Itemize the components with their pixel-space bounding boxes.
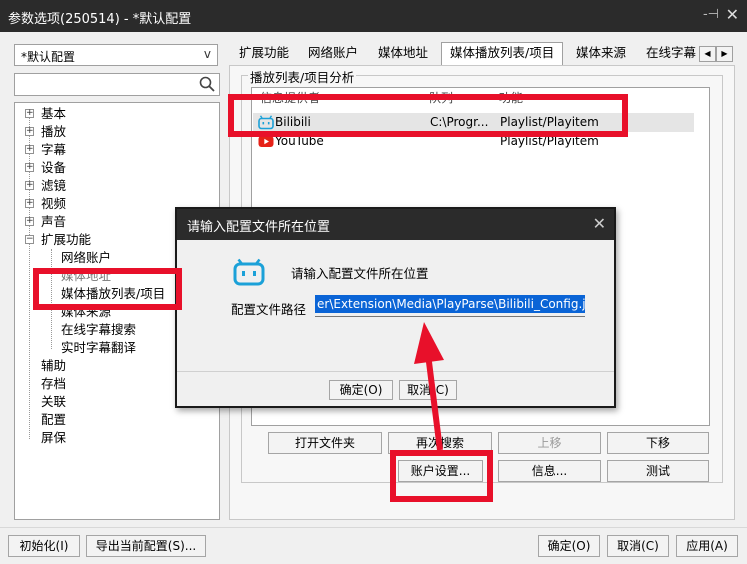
tree-item-device[interactable]: + 设备	[25, 159, 66, 177]
expand-icon[interactable]: +	[25, 109, 34, 118]
dialog-separator	[177, 371, 614, 372]
tree-item-audio[interactable]: + 声音	[25, 213, 66, 231]
cancel-button[interactable]: 取消(C)	[607, 535, 669, 557]
dialog-title: 请输入配置文件所在位置 ✕	[177, 209, 614, 240]
annotation-arrow-icon	[414, 322, 444, 451]
group-title: 播放列表/项目分析	[248, 67, 357, 86]
tree-item-filter[interactable]: + 滤镜	[25, 177, 66, 195]
arrow-left-icon[interactable]: ◀	[699, 46, 716, 62]
tree-item-screensaver[interactable]: 屏保	[41, 429, 66, 447]
chevron-down-icon[interactable]: v	[204, 47, 211, 61]
config-path-input[interactable]: er\Extension\Media\PlayParse\Bilibili_Co…	[315, 295, 585, 317]
annotation-highlight-tree	[33, 268, 182, 310]
search-input[interactable]	[14, 73, 220, 96]
window-title: 参数选项(250514) - *默认配置	[8, 12, 192, 27]
pin-icon[interactable]: -⊣	[703, 7, 719, 22]
tree-item-label: 视频	[41, 196, 67, 211]
tree-item-subtitle[interactable]: + 字幕	[25, 141, 66, 159]
tree-item-label: 播放	[41, 124, 67, 139]
dialog-title-text: 请输入配置文件所在位置	[187, 220, 331, 235]
initialize-button[interactable]: 初始化(I)	[8, 535, 80, 557]
arrow-right-icon[interactable]: ▶	[716, 46, 733, 62]
config-path-dialog: 请输入配置文件所在位置 ✕ 请输入配置文件所在位置 配置文件路径 er\Exte…	[175, 207, 616, 408]
tab-media-playlist[interactable]: 媒体播放列表/项目	[441, 42, 564, 66]
expand-icon[interactable]: +	[25, 199, 34, 208]
tree-item-config[interactable]: 配置	[41, 411, 66, 429]
annotation-highlight-list	[228, 94, 628, 137]
tree-item-label: 滤镜	[41, 178, 67, 193]
export-config-button[interactable]: 导出当前配置(S)...	[86, 535, 206, 557]
tree-item-live-subtitle-translate[interactable]: 实时字幕翻译	[61, 339, 136, 357]
tree-item-label: 扩展功能	[41, 232, 92, 247]
tree-item-network-accounts[interactable]: 网络账户	[61, 249, 111, 267]
tab-extensions[interactable]: 扩展功能	[231, 43, 297, 65]
tree-item-label: 字幕	[41, 142, 67, 157]
expand-icon[interactable]: +	[25, 127, 34, 136]
tab-media-address[interactable]: 媒体地址	[370, 43, 436, 65]
config-path-label: 配置文件路径	[231, 302, 307, 317]
profile-select-value: *默认配置	[21, 50, 76, 64]
expand-icon[interactable]: +	[25, 217, 34, 226]
expand-icon[interactable]: +	[25, 163, 34, 172]
tree-item-assist[interactable]: 辅助	[41, 357, 66, 375]
dialog-ok-button[interactable]: 确定(O)	[329, 380, 393, 400]
config-path-value: er\Extension\Media\PlayParse\Bilibili_Co…	[315, 295, 585, 313]
dialog-message: 请输入配置文件所在位置	[291, 266, 429, 281]
close-icon[interactable]: ✕	[593, 214, 606, 233]
tree-item-label: 声音	[41, 214, 67, 229]
tree-item-label: 基本	[41, 106, 67, 121]
profile-select[interactable]: *默认配置 v	[14, 44, 218, 66]
move-up-button[interactable]: 上移	[498, 432, 601, 454]
tree-item-online-subtitle-search[interactable]: 在线字幕搜索	[61, 321, 136, 339]
tree-item-extensions[interactable]: − 扩展功能	[25, 231, 91, 249]
title-bar: 参数选项(250514) - *默认配置 -⊣ ✕	[0, 0, 747, 32]
expand-icon[interactable]: +	[25, 181, 34, 190]
info-button[interactable]: 信息...	[498, 460, 601, 482]
tab-online-subtitle[interactable]: 在线字幕	[638, 43, 698, 65]
collapse-icon[interactable]: −	[25, 235, 34, 244]
search-icon[interactable]	[198, 75, 216, 93]
tab-scroller: ◀ ▶	[699, 46, 733, 62]
tree-item-playback[interactable]: + 播放	[25, 123, 66, 141]
test-button[interactable]: 测试	[607, 460, 709, 482]
move-down-button[interactable]: 下移	[607, 432, 709, 454]
open-folder-button[interactable]: 打开文件夹	[268, 432, 382, 454]
annotation-highlight-account	[390, 450, 493, 502]
bilibili-icon	[233, 258, 265, 286]
expand-icon[interactable]: +	[25, 145, 34, 154]
tree-item-basic[interactable]: + 基本	[25, 105, 66, 123]
close-icon[interactable]: ✕	[726, 5, 739, 24]
tab-network-accounts[interactable]: 网络账户	[300, 43, 366, 65]
tree-item-archive[interactable]: 存档	[41, 375, 66, 393]
tree-item-association[interactable]: 关联	[41, 393, 66, 411]
tree-item-label: 设备	[41, 160, 67, 175]
tree-item-video[interactable]: + 视频	[25, 195, 66, 213]
tab-media-source[interactable]: 媒体来源	[568, 43, 634, 65]
apply-button[interactable]: 应用(A)	[676, 535, 738, 557]
ok-button[interactable]: 确定(O)	[538, 535, 600, 557]
